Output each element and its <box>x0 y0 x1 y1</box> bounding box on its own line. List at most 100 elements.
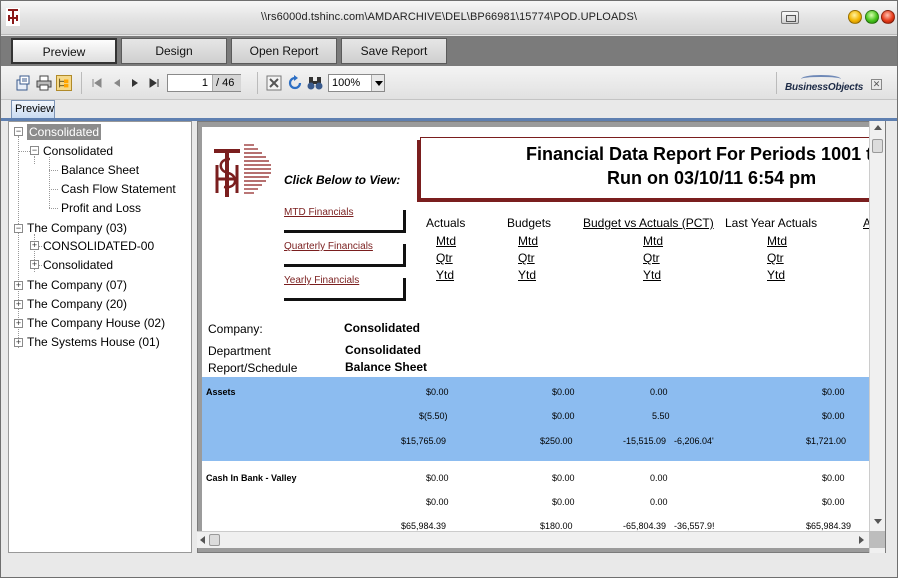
last-year-mtd-link[interactable]: Mtd <box>767 234 787 248</box>
mtd-financials-link[interactable]: MTD Financials <box>284 207 353 218</box>
vertical-scroll-thumb[interactable] <box>872 139 883 153</box>
report-page: Financial Data Report For Periods 1001 t… <box>202 127 885 537</box>
window-title: \\rs6000d.tshinc.com\AMDARCHIVE\DEL\BP66… <box>260 11 638 23</box>
minimize-button[interactable] <box>848 10 862 24</box>
maximize-button[interactable] <box>865 10 879 24</box>
tree-node-consolidated-00[interactable]: CONSOLIDATED-00 <box>43 238 154 254</box>
assets-budgets-ytd: $250.00 <box>540 436 573 446</box>
horizontal-scroll-thumb[interactable] <box>209 534 220 546</box>
tab-open-report[interactable]: Open Report <box>231 38 337 64</box>
tree-node-systems-house-01[interactable]: The Systems House (01) <box>27 334 160 350</box>
print-icon[interactable] <box>36 75 52 91</box>
expand-icon[interactable]: + <box>14 319 23 328</box>
assets-bva-pct-ytd: -6,206.04' <box>674 436 714 446</box>
quarterly-financials-link[interactable]: Quarterly Financials <box>284 241 373 252</box>
collapse-icon[interactable]: − <box>14 224 23 233</box>
cash-bva-ytd: -65,804.39 <box>623 521 667 531</box>
column-header-last-year-actuals: Last Year Actuals <box>725 216 818 230</box>
tab-preview[interactable]: Preview <box>11 38 117 64</box>
stop-icon[interactable] <box>266 75 282 91</box>
expand-icon[interactable]: + <box>30 241 39 250</box>
group-tree-toggle-icon[interactable] <box>56 75 72 91</box>
tree-node-company-20[interactable]: The Company (20) <box>27 296 127 312</box>
last-page-icon[interactable] <box>146 75 162 91</box>
tab-save-report[interactable]: Save Report <box>341 38 447 64</box>
tab-design[interactable]: Design <box>121 38 227 64</box>
cash-last-year-qtr: $0.00 <box>822 497 845 507</box>
expand-icon[interactable]: + <box>30 260 39 269</box>
budgets-mtd-link[interactable]: Mtd <box>518 234 538 248</box>
refresh-icon[interactable] <box>287 75 303 91</box>
link-divider <box>284 230 406 233</box>
expand-icon[interactable]: + <box>14 300 23 309</box>
scroll-right-icon[interactable] <box>859 536 864 544</box>
vertical-scrollbar[interactable] <box>869 121 885 553</box>
tab-preview-inner[interactable]: Preview <box>11 100 55 118</box>
row-label-assets: Assets <box>206 387 236 397</box>
tree-node-company-03[interactable]: The Company (03) <box>27 220 127 236</box>
close-button[interactable] <box>881 10 895 24</box>
previous-page-icon[interactable] <box>109 75 125 91</box>
tree-node-consolidated-sub[interactable]: Consolidated <box>43 257 113 273</box>
cash-last-year-ytd: $65,984.39 <box>806 521 852 531</box>
yearly-financials-link[interactable]: Yearly Financials <box>284 275 359 286</box>
tree-node-consolidated[interactable]: Consolidated <box>43 143 113 159</box>
actuals-qtr-link[interactable]: Qtr <box>436 251 453 265</box>
logo-swoosh-icon <box>801 75 841 83</box>
tree-node-consolidated-root[interactable]: Consolidated <box>27 124 102 140</box>
collapse-icon[interactable]: − <box>30 146 39 155</box>
zoom-select[interactable]: 100% <box>328 74 385 92</box>
scroll-up-icon[interactable] <box>874 125 882 130</box>
actuals-ytd-link[interactable]: Ytd <box>436 268 454 282</box>
bva-mtd-link[interactable]: Mtd <box>643 234 663 248</box>
tree-node-company-07[interactable]: The Company (07) <box>27 277 127 293</box>
tree-node-balance-sheet[interactable]: Balance Sheet <box>61 162 139 178</box>
scroll-left-icon[interactable] <box>200 536 205 544</box>
page-navigator[interactable]: 1 / 46 <box>167 74 241 92</box>
export-icon[interactable] <box>15 75 31 91</box>
chevron-down-icon[interactable] <box>371 75 384 91</box>
assets-last-year-qtr: $0.00 <box>822 411 845 421</box>
window-mini-icon[interactable] <box>781 11 799 24</box>
budgets-ytd-link[interactable]: Ytd <box>518 268 536 282</box>
budgets-qtr-link[interactable]: Qtr <box>518 251 535 265</box>
report-title-banner: Financial Data Report For Periods 1001 t… <box>420 137 886 199</box>
current-page-number[interactable]: 1 <box>202 77 208 89</box>
report-title: Financial Data Report For Periods 1001 t… <box>526 144 886 164</box>
cash-budgets-qtr: $0.00 <box>552 497 575 507</box>
toolbar-separator <box>81 72 82 94</box>
first-page-icon[interactable] <box>89 75 105 91</box>
scroll-down-icon[interactable] <box>874 519 882 524</box>
cash-bva-pct-ytd: -36,557.9! <box>674 521 715 531</box>
link-divider <box>403 244 406 267</box>
cash-actuals-qtr: $0.00 <box>426 497 449 507</box>
actuals-mtd-link[interactable]: Mtd <box>436 234 456 248</box>
expand-icon[interactable]: + <box>14 338 23 347</box>
assets-last-year-ytd: $1,721.00 <box>806 436 847 446</box>
horizontal-scrollbar[interactable] <box>197 531 869 548</box>
toolbar-separator <box>257 72 258 94</box>
tsh-company-logo <box>214 144 271 197</box>
last-year-qtr-link[interactable]: Qtr <box>767 251 784 265</box>
assets-bva-mtd: 0.00 <box>650 387 668 397</box>
tree-node-profit-and-loss[interactable]: Profit and Loss <box>61 200 141 216</box>
assets-highlight-band <box>202 377 872 461</box>
search-binoculars-icon[interactable] <box>307 75 323 91</box>
report-preview-pane[interactable]: Financial Data Report For Periods 1001 t… <box>197 121 886 553</box>
last-year-ytd-link[interactable]: Ytd <box>767 268 785 282</box>
next-page-icon[interactable] <box>127 75 143 91</box>
cash-bva-mtd: 0.00 <box>650 473 668 483</box>
link-divider <box>284 264 406 267</box>
collapse-icon[interactable]: − <box>14 127 23 136</box>
bva-qtr-link[interactable]: Qtr <box>643 251 660 265</box>
column-header-budget-vs-actuals[interactable]: Budget vs Actuals (PCT) <box>583 216 714 230</box>
group-tree-panel: − Consolidated − Consolidated Balance Sh… <box>8 121 192 553</box>
tree-node-cash-flow-statement[interactable]: Cash Flow Statement <box>61 181 176 197</box>
tree-node-company-house-02[interactable]: The Company House (02) <box>27 315 165 331</box>
company-value: Consolidated <box>344 321 421 335</box>
assets-budgets-mtd: $0.00 <box>552 387 575 397</box>
close-icon[interactable]: ✕ <box>871 79 882 90</box>
bva-ytd-link[interactable]: Ytd <box>643 268 661 282</box>
expand-icon[interactable]: + <box>14 281 23 290</box>
row-label-cash-in-bank: Cash In Bank - Valley <box>206 473 297 483</box>
